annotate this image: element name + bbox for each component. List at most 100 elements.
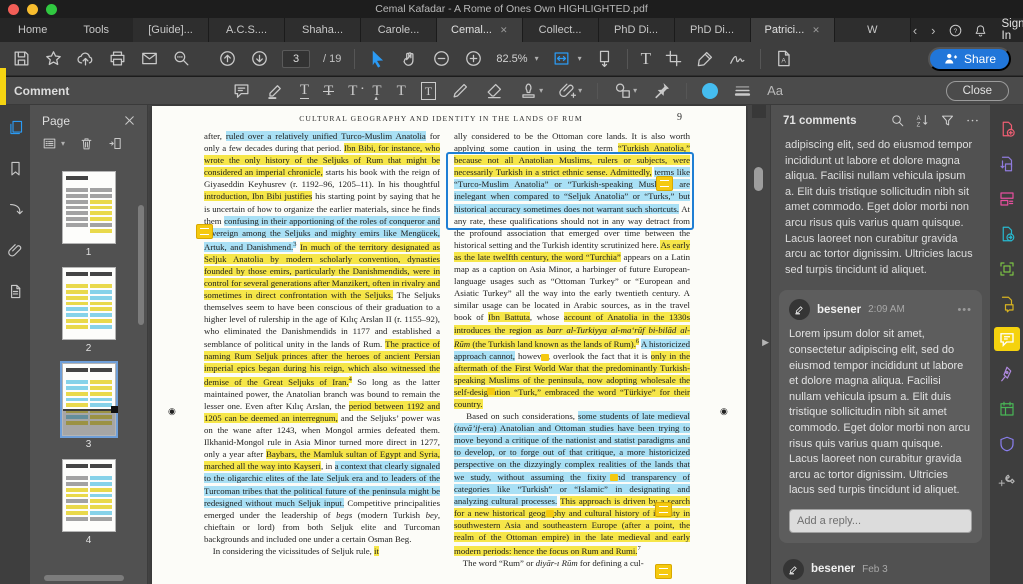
fill-sign-tool[interactable] [994, 362, 1020, 386]
document-tab-1[interactable]: A.C.S.... [209, 18, 285, 42]
keep-tool-selected-pin-icon[interactable] [652, 81, 671, 100]
inline-comment-marker[interactable] [610, 474, 618, 481]
thumbnail-image[interactable] [62, 459, 116, 532]
sticky-note-annotation-icon[interactable] [196, 224, 213, 239]
page-number-input[interactable]: 3 [282, 50, 310, 68]
document-tab-8[interactable]: Patrici...✕ [751, 18, 835, 42]
hand-tool-icon[interactable] [400, 49, 419, 68]
edit-text-tool-icon[interactable]: T [641, 51, 651, 67]
thumbnail-options-icon[interactable] [42, 136, 57, 151]
selection-tool-icon[interactable] [368, 49, 387, 68]
page-thumbnail-2[interactable]: 2 [62, 267, 116, 354]
close-panel-icon[interactable] [122, 113, 137, 128]
zoom-caret-icon[interactable]: ▾ [535, 54, 539, 63]
document-tab-9[interactable]: W [835, 18, 911, 42]
zoom-window-button[interactable] [46, 4, 57, 15]
delete-page-icon[interactable] [79, 136, 94, 151]
bookmarks-icon[interactable] [7, 160, 24, 177]
highlight-text-icon[interactable] [266, 81, 285, 100]
protect-tool[interactable] [994, 432, 1020, 456]
viewport-resize-handle[interactable] [111, 406, 118, 413]
line-thickness-icon[interactable] [733, 81, 752, 100]
replace-text-icon[interactable]: T [348, 83, 357, 99]
page-scrolling-icon[interactable] [595, 49, 614, 68]
add-text-icon[interactable]: T [397, 83, 406, 99]
export-document-icon[interactable]: A [774, 49, 793, 68]
page-thumbnail-4[interactable]: 4 [62, 459, 116, 546]
crop-pages-icon[interactable] [664, 49, 683, 68]
document-scrollbar-track[interactable]: ▶ [748, 105, 770, 584]
comments-options-icon[interactable] [965, 113, 980, 128]
request-signatures-tool[interactable] [994, 292, 1020, 316]
organize-pages-tool[interactable] [994, 187, 1020, 211]
prepare-form-tool[interactable] [994, 397, 1020, 421]
zoom-in-icon[interactable] [464, 49, 483, 68]
print-icon[interactable] [108, 49, 127, 68]
sticky-note-annotation-icon[interactable] [655, 564, 672, 579]
document-tab-6[interactable]: PhD Di... [599, 18, 675, 42]
inline-comment-marker[interactable] [487, 388, 495, 395]
document-scrollbar-thumb[interactable] [754, 167, 763, 191]
favorite-star-icon[interactable] [44, 49, 63, 68]
minimize-window-button[interactable] [27, 4, 38, 15]
strikethrough-text-icon[interactable]: T [324, 83, 333, 99]
upload-cloud-icon[interactable] [76, 49, 95, 68]
thumbnails-horizontal-scrollbar[interactable] [44, 575, 124, 581]
stamp-icon[interactable]: ▾ [519, 81, 543, 100]
sign-in-button[interactable]: Sign In [1002, 18, 1023, 42]
close-tab-icon[interactable]: ✕ [812, 25, 820, 36]
close-tab-icon[interactable]: ✕ [500, 25, 508, 36]
eraser-icon[interactable] [485, 81, 504, 100]
thumbnail-viewport-indicator[interactable] [63, 409, 115, 435]
create-pdf-tool[interactable] [994, 117, 1020, 141]
document-tab-5[interactable]: Collect... [523, 18, 599, 42]
sticky-note-annotation-icon[interactable] [656, 176, 673, 191]
document-tab-3[interactable]: Carole... [361, 18, 437, 42]
scroll-tabs-right-button[interactable]: › [929, 23, 937, 38]
text-box-icon[interactable]: T [421, 82, 436, 100]
drawing-tools-icon[interactable]: ▾ [613, 81, 637, 100]
thumbnails-vertical-scrollbar[interactable] [138, 205, 144, 325]
notifications-icon[interactable] [973, 23, 988, 38]
inline-comment-marker[interactable] [541, 354, 549, 361]
save-icon[interactable] [12, 49, 31, 68]
text-properties[interactable]: Aa [767, 83, 783, 98]
help-icon[interactable]: ? [948, 23, 963, 38]
comment-tool[interactable] [994, 327, 1020, 351]
comment-entry[interactable]: besener Feb 3 Highlighted Text [771, 553, 990, 584]
page-text-column-left[interactable]: after, ruled over a relatively unified T… [204, 130, 440, 569]
fill-sign-icon[interactable] [696, 49, 715, 68]
document-tab-7[interactable]: PhD Di... [675, 18, 751, 42]
draw-icon[interactable] [451, 81, 470, 100]
fit-width-icon[interactable] [552, 49, 571, 68]
sticky-note-annotation-icon[interactable] [655, 502, 672, 517]
attach-file-icon[interactable]: ▾ [558, 81, 582, 100]
search-comments-icon[interactable] [890, 113, 905, 128]
next-page-icon[interactable] [250, 49, 269, 68]
comment-card[interactable]: besener 2:09 AM ••• Lorem ipsum dolor si… [779, 290, 982, 543]
color-swatch-icon[interactable] [702, 83, 718, 99]
scan-ocr-tool[interactable] [994, 257, 1020, 281]
email-icon[interactable] [140, 49, 159, 68]
scroll-tabs-left-button[interactable]: ‹ [911, 23, 919, 38]
comment-options-icon[interactable]: ••• [957, 304, 972, 316]
edit-pdf-tool[interactable] [994, 222, 1020, 246]
reply-input[interactable] [789, 509, 972, 533]
sticky-note-icon[interactable] [232, 81, 251, 100]
inline-comment-marker[interactable] [546, 510, 554, 517]
export-pdf-tool[interactable] [994, 152, 1020, 176]
fit-width-caret-icon[interactable]: ▾ [578, 54, 582, 63]
close-window-button[interactable] [8, 4, 19, 15]
previous-page-icon[interactable] [218, 49, 237, 68]
tab-tools[interactable]: Tools [65, 18, 127, 42]
search-icon[interactable] [172, 49, 191, 68]
expand-panel-handle[interactable]: ▶ [762, 337, 769, 348]
filter-comments-icon[interactable] [940, 113, 955, 128]
document-tab-0[interactable]: [Guide]... [133, 18, 209, 42]
signature-icon[interactable] [728, 49, 747, 68]
extract-page-icon[interactable] [108, 136, 123, 151]
attachments-icon[interactable] [7, 242, 24, 259]
underline-text-icon[interactable]: T [300, 82, 309, 99]
thumbnail-image[interactable] [62, 171, 116, 244]
more-tools-tool[interactable] [994, 467, 1020, 491]
